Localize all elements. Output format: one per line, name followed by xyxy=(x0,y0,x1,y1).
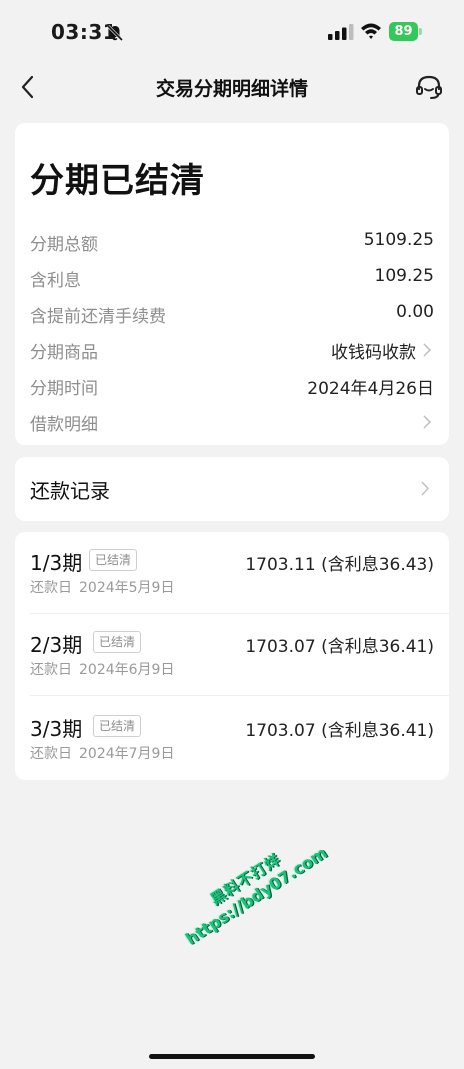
chevron-right-icon xyxy=(423,415,432,429)
product-value: 收钱码收款 xyxy=(331,343,416,363)
repayment-records-row[interactable]: 还款记录 xyxy=(15,457,449,521)
installment-period: 2/3期 xyxy=(30,633,83,657)
chevron-right-icon xyxy=(423,343,432,357)
installment-time-label: 分期时间 xyxy=(30,379,98,399)
installment-time-value: 2024年4月26日 xyxy=(307,379,434,399)
prepayment-fee-label: 含提前还清手续费 xyxy=(30,307,166,327)
due-date-label: 还款日 xyxy=(30,746,72,762)
settlement-status: 分期已结清 xyxy=(30,161,205,201)
headset-icon[interactable] xyxy=(414,73,444,101)
installment-schedule: 1/3期 已结清 1703.11 (含利息36.43) 还款日 2024年5月9… xyxy=(15,532,449,780)
product-label: 分期商品 xyxy=(30,343,98,363)
due-date-value: 2024年5月9日 xyxy=(79,580,175,596)
wifi-icon xyxy=(361,23,381,39)
interest-value: 109.25 xyxy=(374,266,434,286)
due-date-value: 2024年7月9日 xyxy=(79,746,175,762)
installment-item: 1/3期 已结清 1703.11 (含利息36.43) 还款日 2024年5月9… xyxy=(15,532,449,614)
signal-icon xyxy=(328,24,354,40)
detail-row-product[interactable]: 分期商品 收钱码收款 xyxy=(30,336,434,364)
page-title: 交易分期明细详情 xyxy=(155,78,308,100)
status-badge: 已结清 xyxy=(93,631,142,653)
total-amount-value: 5109.25 xyxy=(363,230,434,250)
bell-off-icon xyxy=(106,24,124,42)
installment-period: 1/3期 xyxy=(30,551,83,575)
battery-icon: 89 xyxy=(389,22,423,41)
status-bar: 03:31 89 xyxy=(0,0,464,66)
installment-period: 3/3期 xyxy=(30,717,83,741)
watermark: 黑料不打烊 https://bdy07.com xyxy=(160,819,341,956)
due-date-value: 2024年6月9日 xyxy=(79,662,175,678)
nav-bar: 交易分期明细详情 xyxy=(0,66,464,108)
watermark-url: https://bdy07.com xyxy=(182,843,331,949)
status-badge: 已结清 xyxy=(93,715,142,737)
installment-amount: 1703.11 (含利息36.43) xyxy=(245,555,434,575)
detail-row-fee: 含提前还清手续费 0.00 xyxy=(30,300,434,328)
detail-row-total: 分期总额 5109.25 xyxy=(30,228,434,256)
installment-amount: 1703.07 (含利息36.41) xyxy=(245,637,434,657)
watermark-brand: 黑料不打烊 xyxy=(207,850,285,909)
detail-row-loan-details[interactable]: 借款明细 xyxy=(30,408,434,436)
installment-item: 3/3期 已结清 1703.07 (含利息36.41) 还款日 2024年7月9… xyxy=(15,698,449,780)
interest-label: 含利息 xyxy=(30,271,81,291)
due-date-label: 还款日 xyxy=(30,580,72,596)
divider xyxy=(30,695,449,696)
repayment-records-label: 还款记录 xyxy=(30,479,110,503)
installment-amount: 1703.07 (含利息36.41) xyxy=(245,721,434,741)
due-date-label: 还款日 xyxy=(30,662,72,678)
loan-details-label: 借款明细 xyxy=(30,415,98,435)
battery-tip xyxy=(419,28,422,35)
status-badge: 已结清 xyxy=(89,549,138,571)
summary-card: 分期已结清 分期总额 5109.25 含利息 109.25 含提前还清手续费 0… xyxy=(15,123,449,445)
prepayment-fee-value: 0.00 xyxy=(396,302,434,322)
detail-row-time: 分期时间 2024年4月26日 xyxy=(30,372,434,400)
total-amount-label: 分期总额 xyxy=(30,235,98,255)
home-indicator[interactable] xyxy=(149,1054,315,1059)
installment-item: 2/3期 已结清 1703.07 (含利息36.41) 还款日 2024年6月9… xyxy=(15,614,449,696)
battery-level: 89 xyxy=(389,22,418,41)
chevron-right-icon xyxy=(421,481,430,496)
detail-row-interest: 含利息 109.25 xyxy=(30,264,434,292)
